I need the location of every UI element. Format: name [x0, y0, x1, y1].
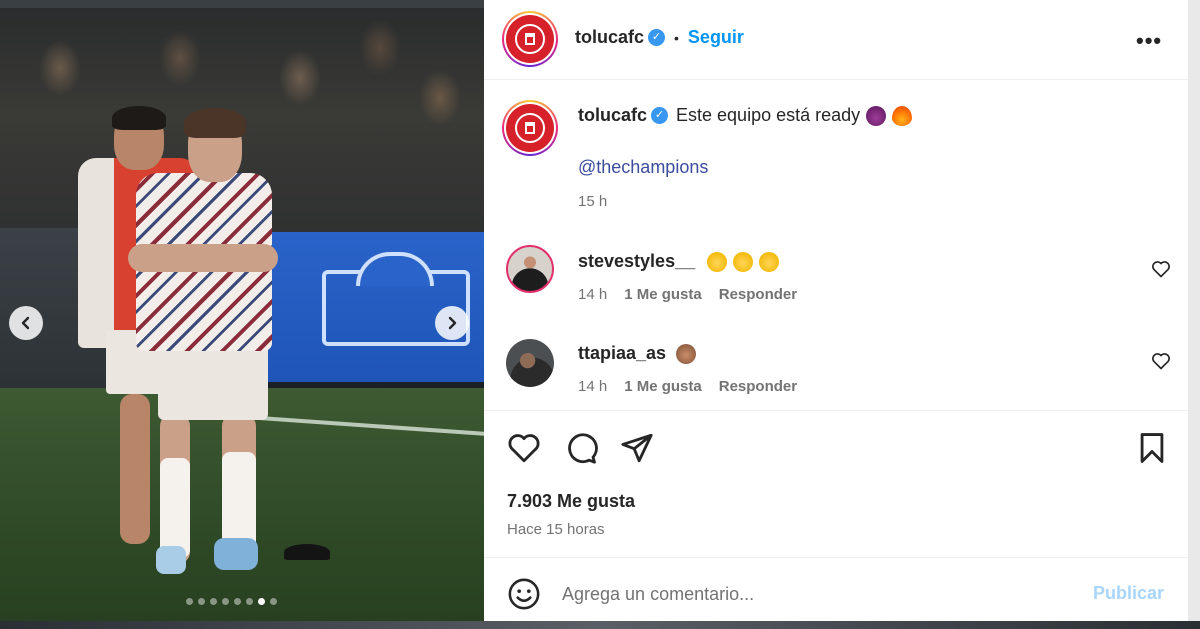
monkey-emoji-icon	[676, 343, 697, 364]
comment-timestamp[interactable]: 14 h	[578, 286, 607, 303]
commenter-avatar[interactable]	[506, 339, 554, 387]
carousel-dot	[198, 598, 205, 605]
post-timestamp[interactable]: Hace 15 horas	[507, 521, 605, 538]
emoji-smiley-icon[interactable]	[507, 577, 541, 611]
post-caption: tolucafc ✓ Este equipo está ready	[578, 105, 913, 126]
caption-username[interactable]: tolucafc	[578, 105, 647, 126]
player-back-leg	[120, 394, 150, 544]
carousel-dot	[186, 598, 193, 605]
comment-reply-button[interactable]: Responder	[719, 378, 797, 395]
comment-reply-button[interactable]: Responder	[719, 286, 797, 303]
comment-username[interactable]: ttapiaa_as	[578, 343, 666, 364]
player-front-right-sock	[222, 452, 256, 552]
save-bookmark-icon[interactable]	[1135, 431, 1169, 465]
comment-like-heart-icon[interactable]	[1151, 351, 1171, 371]
chevron-left-icon	[21, 316, 30, 330]
player-front-left-sock	[160, 458, 190, 558]
player-front-hair	[184, 108, 246, 138]
player-front-arms	[128, 244, 278, 272]
comment-likes-count[interactable]: 1 Me gusta	[624, 286, 702, 303]
carousel-dot	[222, 598, 229, 605]
post-header: tolucafc ✓ • Seguir •••	[484, 0, 1188, 80]
post-details-panel: tolucafc ✓ • Seguir ••• tolucafc ✓ Este …	[484, 0, 1188, 621]
comment-like-heart-icon[interactable]	[1151, 259, 1171, 279]
carousel-dot	[234, 598, 241, 605]
carousel-prev-button[interactable]	[9, 306, 43, 340]
carousel-next-button[interactable]	[435, 306, 469, 340]
carousel-dot	[270, 598, 277, 605]
instagram-post-window: tolucafc ✓ • Seguir ••• tolucafc ✓ Este …	[0, 0, 1200, 629]
caption-timestamp[interactable]: 15 h	[578, 193, 607, 210]
comment-input[interactable]	[562, 580, 1062, 608]
chevron-right-icon	[448, 316, 457, 330]
comment-composer: Publicar	[484, 558, 1188, 621]
carousel-dot	[210, 598, 217, 605]
background-strip	[0, 621, 1200, 629]
commenter-avatar[interactable]	[506, 245, 554, 293]
clap-emoji-icon	[707, 251, 728, 272]
verified-badge-icon: ✓	[648, 29, 666, 46]
caption-mention-link[interactable]: @thechampions	[578, 157, 708, 178]
player-back-hair	[112, 106, 166, 130]
carousel-dot	[246, 598, 253, 605]
caption-text: Este equipo está ready	[676, 105, 861, 125]
post-likes-count[interactable]: 7.903 Me gusta	[507, 491, 635, 512]
scrollbar-gutter	[1188, 0, 1200, 621]
more-options-icon[interactable]: •••	[1136, 28, 1162, 54]
carousel-indicator	[186, 598, 277, 605]
like-heart-icon[interactable]	[507, 431, 541, 465]
post-actions: 7.903 Me gusta Hace 15 horas	[484, 410, 1188, 558]
comment-bubble-icon[interactable]	[564, 431, 598, 465]
follow-button[interactable]: Seguir	[688, 27, 744, 48]
comment-timestamp[interactable]: 14 h	[578, 378, 607, 395]
fire-emoji-icon	[892, 105, 913, 126]
club-crest-icon	[506, 104, 554, 152]
separator-bullet: •	[674, 29, 679, 46]
devil-emoji-icon	[866, 105, 887, 126]
club-crest-icon	[506, 15, 554, 63]
clap-emoji-icon	[759, 251, 780, 272]
training-cone	[284, 544, 330, 560]
post-media-photo	[0, 8, 484, 621]
header-username[interactable]: tolucafc	[575, 27, 644, 48]
player-front-right-shoe	[214, 538, 258, 570]
verified-badge-icon: ✓	[651, 107, 669, 124]
comment-likes-count[interactable]: 1 Me gusta	[624, 378, 702, 395]
publish-button[interactable]: Publicar	[1093, 583, 1164, 604]
share-paper-plane-icon[interactable]	[620, 431, 654, 465]
carousel-dot	[258, 598, 265, 605]
comment-username[interactable]: stevestyles__	[578, 251, 695, 272]
account-avatar[interactable]	[502, 11, 558, 67]
clap-emoji-icon	[733, 251, 754, 272]
player-front-left-shoe	[156, 546, 186, 574]
caption-avatar[interactable]	[502, 100, 558, 156]
